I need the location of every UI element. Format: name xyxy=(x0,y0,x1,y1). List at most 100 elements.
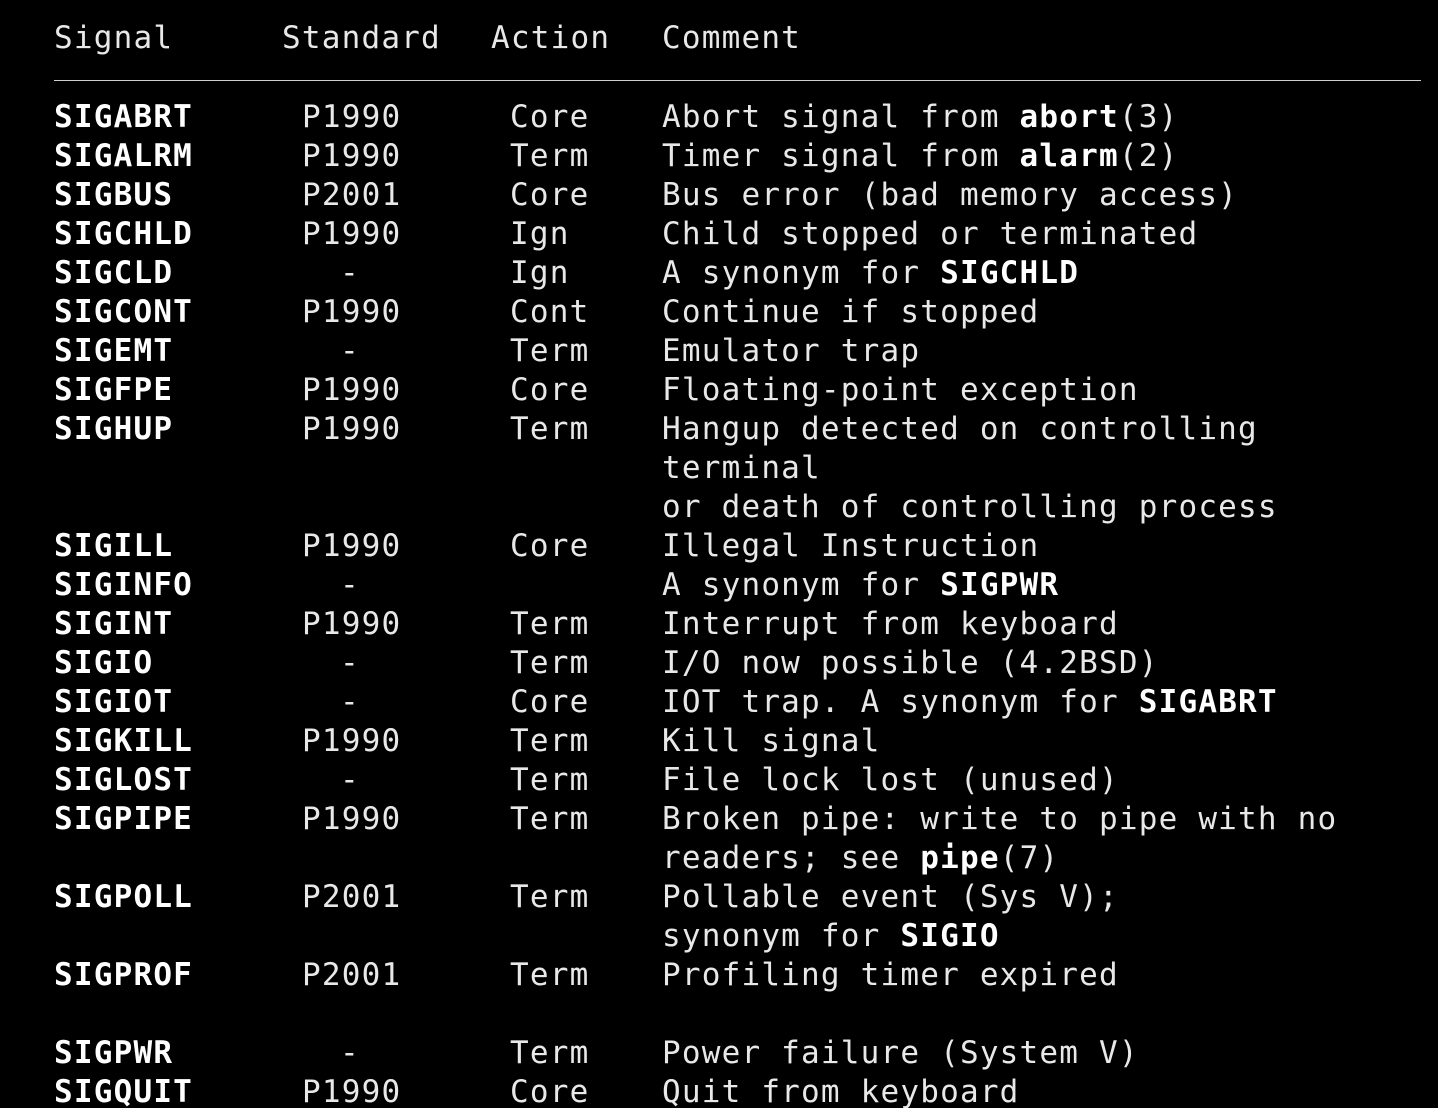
signal-comment: Illegal Instruction xyxy=(662,527,1422,566)
table-row: SIGQUIT P1990 Core Quit from keyboard xyxy=(0,1073,1438,1108)
comment-reference: SIGCHLD xyxy=(940,255,1080,291)
comment-text: Interrupt from keyboard xyxy=(662,606,1119,642)
comment-text: Hangup detected on controlling terminal … xyxy=(662,411,1278,525)
table-row: SIGPROF P2001 Term Profiling timer expired xyxy=(0,956,1438,995)
signal-action: Ign xyxy=(510,216,570,252)
comment-text: Bus error (bad memory access) xyxy=(662,177,1239,213)
signal-standard: - xyxy=(340,645,360,681)
signal-comment: Floating-point exception xyxy=(662,371,1422,410)
signal-comment: IOT trap. A synonym for SIGABRT xyxy=(662,683,1422,722)
signal-comment: Pollable event (Sys V); synonym for SIGI… xyxy=(662,878,1422,956)
terminal-window: Signal Standard Action Comment SIGABRT P1… xyxy=(0,0,1438,1108)
signal-action: Term xyxy=(510,723,590,759)
signal-standard: P1990 xyxy=(302,372,402,408)
signal-name: SIGQUIT xyxy=(54,1074,194,1108)
signal-action: Term xyxy=(510,762,590,798)
signal-action: Core xyxy=(510,372,590,408)
table-row: SIGHUP P1990 Term Hangup detected on contro… xyxy=(0,410,1438,527)
signal-standard: P1990 xyxy=(302,801,402,837)
comment-reference: SIGIO xyxy=(900,918,1000,954)
table-row: SIGFPE P1990 Core Floating-point exception xyxy=(0,371,1438,410)
signal-action: Term xyxy=(510,645,590,681)
table-row: SIGLOST - Term File lock lost (unused) xyxy=(0,761,1438,800)
signal-name: SIGIOT xyxy=(54,684,174,720)
signal-action: Core xyxy=(510,177,590,213)
signal-comment: A synonym for SIGCHLD xyxy=(662,254,1422,293)
signal-standard: P1990 xyxy=(302,411,402,447)
table-row: SIGINT P1990 Term Interrupt from keyboard xyxy=(0,605,1438,644)
signal-action: Term xyxy=(510,411,590,447)
signal-comment: Interrupt from keyboard xyxy=(662,605,1422,644)
signal-standard: - xyxy=(340,333,360,369)
signal-name: SIGINFO xyxy=(54,567,194,603)
table-row: SIGKILL P1990 Term Kill signal xyxy=(0,722,1438,761)
table-row: SIGCLD - Ign A synonym for SIGCHLD xyxy=(0,254,1438,293)
signal-comment: Profiling timer expired xyxy=(662,956,1422,995)
signal-standard: - xyxy=(340,762,360,798)
table-row: SIGEMT - Term Emulator trap xyxy=(0,332,1438,371)
header-action: Action xyxy=(491,20,611,56)
table-row: SIGALRM P1990 Term Timer signal from alarm(… xyxy=(0,137,1438,176)
comment-text: Power failure (System V) xyxy=(662,1035,1139,1071)
signal-comment: Timer signal from alarm(2) xyxy=(662,137,1422,176)
comment-text: Emulator trap xyxy=(662,333,921,369)
signal-action: Core xyxy=(510,684,590,720)
table-row: SIGABRT P1990 Core Abort signal from abort(… xyxy=(0,98,1438,137)
signal-comment: Hangup detected on controlling terminal … xyxy=(662,410,1422,527)
comment-text: Pollable event (Sys V); synonym for xyxy=(662,879,1119,954)
comment-text: Quit from keyboard xyxy=(662,1074,1020,1108)
comment-text: IOT trap. A synonym for xyxy=(662,684,1139,720)
table-row: SIGCHLD P1990 Ign Child stopped or terminat… xyxy=(0,215,1438,254)
signal-comment: I/O now possible (4.2BSD) xyxy=(662,644,1422,683)
signal-standard: P1990 xyxy=(302,1074,402,1108)
signal-name: SIGBUS xyxy=(54,177,174,213)
signal-name: SIGPROF xyxy=(54,957,194,993)
table-row: SIGILL P1990 Core Illegal Instruction xyxy=(0,527,1438,566)
signal-comment: Continue if stopped xyxy=(662,293,1422,332)
signal-standard: - xyxy=(340,684,360,720)
comment-text: (2) xyxy=(1118,138,1179,174)
signal-standard: P2001 xyxy=(302,879,402,915)
comment-text: Abort signal from xyxy=(662,99,1020,135)
signal-name: SIGCLD xyxy=(54,255,174,291)
table-row: SIGINFO - A synonym for SIGPWR xyxy=(0,566,1438,605)
comment-text: Floating-point exception xyxy=(662,372,1139,408)
signal-name: SIGCHLD xyxy=(54,216,194,252)
signal-name: SIGLOST xyxy=(54,762,194,798)
comment-text: A synonym for xyxy=(662,255,941,291)
comment-text: Illegal Instruction xyxy=(662,528,1040,564)
signal-standard: - xyxy=(340,255,360,291)
comment-text: I/O now possible (4.2BSD) xyxy=(662,645,1159,681)
signal-action: Cont xyxy=(510,294,590,330)
comment-text: Continue if stopped xyxy=(662,294,1040,330)
header-divider xyxy=(54,80,1421,81)
signal-standard: P1990 xyxy=(302,216,402,252)
table-row: SIGPOLL P2001 Term Pollable event (Sys V); … xyxy=(0,878,1438,956)
header-standard: Standard xyxy=(282,20,441,56)
signal-comment: Broken pipe: write to pipe with no reade… xyxy=(662,800,1422,878)
comment-reference: SIGPWR xyxy=(940,567,1060,603)
signal-standard: P1990 xyxy=(302,294,402,330)
signal-table: SIGABRT P1990 Core Abort signal from abort(… xyxy=(0,98,1438,1108)
signal-comment: Power failure (System V) xyxy=(662,1034,1422,1073)
signal-name: SIGHUP xyxy=(54,411,174,447)
signal-comment: Kill signal xyxy=(662,722,1422,761)
signal-name: SIGFPE xyxy=(54,372,174,408)
signal-action: Term xyxy=(510,1035,590,1071)
signal-name: SIGCONT xyxy=(54,294,194,330)
comment-text: File lock lost (unused) xyxy=(662,762,1119,798)
signal-action: Term xyxy=(510,879,590,915)
signal-action: Term xyxy=(510,138,590,174)
signal-standard: P2001 xyxy=(302,957,402,993)
signal-action: Term xyxy=(510,333,590,369)
table-row: SIGPIPE P1990 Term Broken pipe: write to pi… xyxy=(0,800,1438,878)
signal-comment: Abort signal from abort(3) xyxy=(662,98,1422,137)
signal-standard: P1990 xyxy=(302,606,402,642)
comment-text: (3) xyxy=(1118,99,1179,135)
comment-text: (7) xyxy=(999,840,1060,876)
comment-reference: pipe xyxy=(920,840,1000,876)
signal-name: SIGKILL xyxy=(54,723,194,759)
signal-name: SIGPWR xyxy=(54,1035,174,1071)
signal-name: SIGIO xyxy=(54,645,154,681)
signal-comment: A synonym for SIGPWR xyxy=(662,566,1422,605)
